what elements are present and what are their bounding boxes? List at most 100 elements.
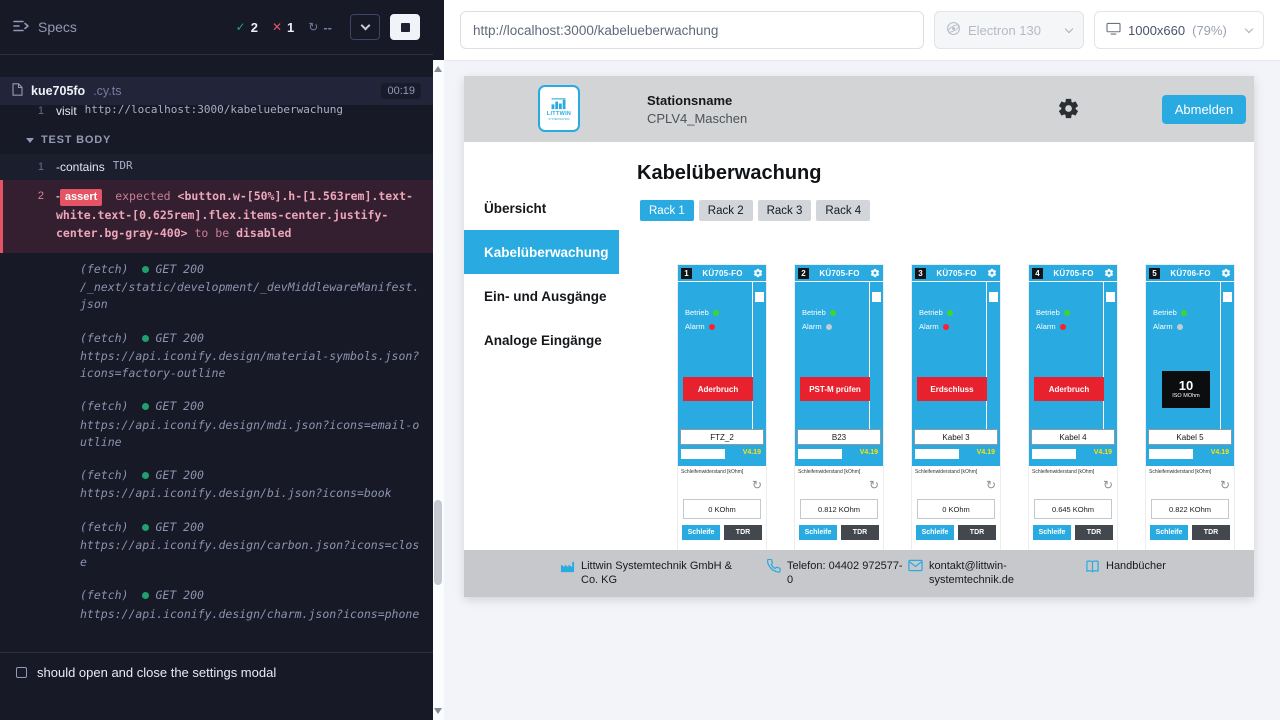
assert-expected: expected <box>115 189 170 203</box>
status-button[interactable]: Aderbruch <box>1034 377 1104 401</box>
stop-button[interactable] <box>390 14 420 40</box>
scroll-down-icon[interactable] <box>434 708 442 714</box>
gear-icon[interactable] <box>870 268 880 278</box>
logout-button[interactable]: Abmelden <box>1162 95 1246 124</box>
refresh-icon[interactable]: ↻ <box>1103 479 1113 491</box>
refresh-icon[interactable]: ↻ <box>986 479 996 491</box>
phone-icon <box>767 559 781 573</box>
firmware-version: V4.19 <box>977 449 995 456</box>
status-button[interactable]: Erdschluss <box>917 377 987 401</box>
electron-icon <box>946 21 961 39</box>
test-body-label: TEST BODY <box>41 134 111 146</box>
schleife-button[interactable]: Schleife <box>916 525 954 540</box>
command-visit[interactable]: 1 visit http://localhost:3000/kabelueber… <box>0 105 433 124</box>
gear-icon[interactable] <box>753 268 763 278</box>
command-number: 1 <box>0 105 56 119</box>
fetch-status: GET 200 <box>155 519 203 536</box>
iso-display: 10 ISO MOhm <box>1162 371 1210 408</box>
tab-rack-3[interactable]: Rack 3 <box>758 200 812 221</box>
cypress-reporter: Specs ✓2 ✕1 ↻-- kue705fo .cy.ts 00:19 <box>0 0 444 720</box>
settings-gear-icon[interactable] <box>1057 97 1080 120</box>
fetch-log-row[interactable]: (fetch)GET 200 https://api.iconify.desig… <box>0 511 433 580</box>
refresh-icon[interactable]: ↻ <box>752 479 762 491</box>
betrieb-indicator: Betrieb <box>802 308 836 317</box>
sidebar-item-kabelueberwachung[interactable]: Kabelüberwachung <box>464 230 619 274</box>
url-input[interactable]: http://localhost:3000/kabelueberwachung <box>460 11 924 49</box>
sidebar-item-uebersicht[interactable]: Übersicht <box>464 186 619 230</box>
tdr-button[interactable]: TDR <box>724 525 762 540</box>
scrollbar-thumb[interactable] <box>434 500 442 585</box>
passed-count: 2 <box>251 20 258 35</box>
status-button[interactable]: Aderbruch <box>683 377 753 401</box>
manuals-link[interactable]: Handbücher <box>1106 559 1166 573</box>
betrieb-led <box>947 310 953 316</box>
version-strip <box>798 449 842 459</box>
footer-manuals[interactable]: Handbücher <box>1085 559 1166 573</box>
book-icon <box>1085 559 1100 573</box>
refresh-icon[interactable]: ↻ <box>1220 479 1230 491</box>
fetch-url: https://api.iconify.design/charm.json?ic… <box>80 606 421 623</box>
fetch-status: GET 200 <box>155 467 203 484</box>
scrollbar-track[interactable] <box>433 60 444 720</box>
failed-count: 1 <box>287 20 294 35</box>
reporter-scrollbar[interactable] <box>433 0 444 720</box>
command-name: contains <box>60 159 105 175</box>
fetch-log-row[interactable]: (fetch)GET 200 https://api.iconify.desig… <box>0 459 433 511</box>
card-divider <box>1103 282 1104 429</box>
test-body-header[interactable]: TEST BODY <box>0 124 433 154</box>
card-indicator-box <box>872 292 881 302</box>
cable-name: Kabel 5 <box>1148 429 1232 445</box>
refresh-icon[interactable]: ↻ <box>869 479 879 491</box>
tdr-button[interactable]: TDR <box>958 525 996 540</box>
gear-icon[interactable] <box>987 268 997 278</box>
schleife-button[interactable]: Schleife <box>799 525 837 540</box>
schleife-button[interactable]: Schleife <box>1033 525 1071 540</box>
fetch-log-row[interactable]: (fetch)GET 200 /_next/static/development… <box>0 253 433 322</box>
tab-rack-1[interactable]: Rack 1 <box>640 200 694 221</box>
chevron-down-icon <box>360 20 370 30</box>
next-test-title: should open and close the settings modal <box>37 665 276 680</box>
schleife-button[interactable]: Schleife <box>1150 525 1188 540</box>
version-strip <box>915 449 959 459</box>
cable-name: Kabel 4 <box>1031 429 1115 445</box>
browser-selector[interactable]: Electron 130 <box>934 11 1084 49</box>
tdr-button[interactable]: TDR <box>1075 525 1113 540</box>
tab-rack-4[interactable]: Rack 4 <box>816 200 870 221</box>
spec-bar[interactable]: kue705fo .cy.ts 00:19 <box>0 77 433 105</box>
alarm-label: Alarm <box>919 322 939 331</box>
next-test-row[interactable]: should open and close the settings modal <box>0 652 433 720</box>
command-assert-failed[interactable]: 2 -assert expected <button.w-[50%].h-[1.… <box>0 180 433 252</box>
station-label: Stationsname <box>647 93 747 108</box>
card-number: 4 <box>1032 268 1043 279</box>
alarm-led <box>709 324 715 330</box>
gear-icon[interactable] <box>1104 268 1114 278</box>
viewport-selector[interactable]: 1000x660 (79%) <box>1094 11 1264 49</box>
passed-stat: ✓2 <box>236 20 258 35</box>
app-under-test: LITTWIN SYSTEMTECHNIK Stationsname CPLV4… <box>464 76 1254 597</box>
betrieb-led <box>1181 310 1187 316</box>
resistance-label: Schleifenwiderstand [kOhm] <box>681 469 763 475</box>
specs-button[interactable]: Specs <box>13 19 77 36</box>
fetch-log-row[interactable]: (fetch)GET 200 https://api.iconify.desig… <box>0 579 433 631</box>
tab-rack-2[interactable]: Rack 2 <box>699 200 753 221</box>
sidebar-item-ein-und-ausgaenge[interactable]: Ein- und Ausgänge <box>464 274 619 318</box>
fetch-url: https://api.iconify.design/bi.json?icons… <box>80 485 421 502</box>
fetch-label: (fetch) <box>80 519 128 536</box>
command-contains[interactable]: 1 - contains TDR <box>0 154 433 180</box>
iso-value: 10 <box>1179 379 1193 392</box>
resistance-label: Schleifenwiderstand [kOhm] <box>798 469 880 475</box>
card-divider <box>1220 282 1221 429</box>
tdr-button[interactable]: TDR <box>1192 525 1230 540</box>
fetch-log-row[interactable]: (fetch)GET 200 https://api.iconify.desig… <box>0 322 433 391</box>
collapse-button[interactable] <box>350 14 380 40</box>
sidebar-item-analoge-eingaenge[interactable]: Analoge Eingänge <box>464 318 619 362</box>
gear-icon[interactable] <box>1221 268 1231 278</box>
tdr-button[interactable]: TDR <box>841 525 879 540</box>
schleife-button[interactable]: Schleife <box>682 525 720 540</box>
scroll-up-icon[interactable] <box>434 66 442 72</box>
card-header: 1 KÜ705-FO <box>678 265 766 282</box>
card-model: KÜ706-FO <box>1162 269 1219 278</box>
fetch-log-row[interactable]: (fetch)GET 200 https://api.iconify.desig… <box>0 390 433 459</box>
status-button[interactable]: PST-M prüfen <box>800 377 870 401</box>
betrieb-label: Betrieb <box>685 308 709 317</box>
